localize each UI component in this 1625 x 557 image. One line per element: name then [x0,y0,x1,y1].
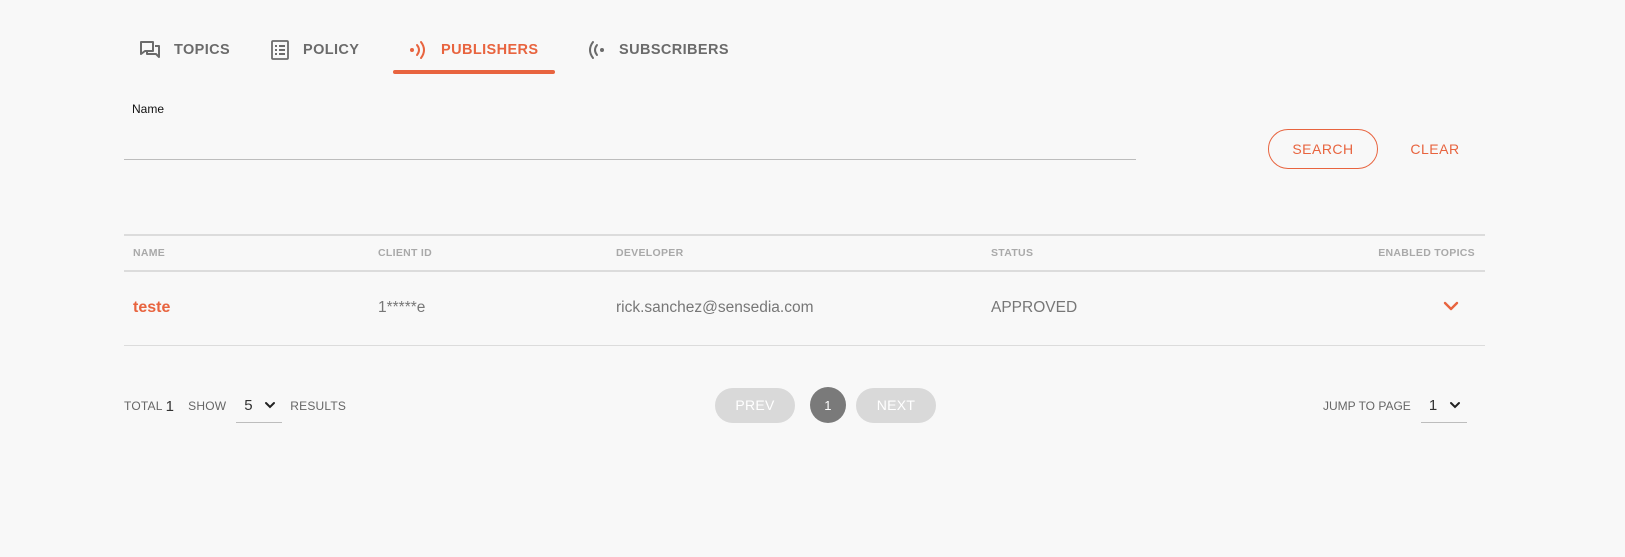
results-summary: TOTAL 1 SHOW 5 RESULTS [124,388,346,424]
pagination: PREV 1 NEXT [715,387,936,423]
publisher-name-link[interactable]: teste [133,272,170,344]
total-count: 1 [165,397,175,415]
clear-button[interactable]: CLEAR [1396,129,1474,169]
column-header-status: STATUS [991,247,1034,259]
developer-cell: rick.sanchez@sensedia.com [616,299,814,316]
show-label: SHOW [188,399,227,413]
table-header: NAME CLIENT ID DEVELOPER STATUS ENABLED … [124,234,1485,272]
column-header-name: NAME [133,247,166,259]
tab-publishers-label: PUBLISHERS [441,42,539,58]
tab-publishers[interactable]: PUBLISHERS [393,28,555,74]
jump-to-page-value: 1 [1428,397,1438,414]
search-button[interactable]: SEARCH [1268,129,1378,169]
page-number-button[interactable]: 1 [810,387,846,423]
tab-topics[interactable]: TOPICS [124,28,255,72]
tab-policy-label: POLICY [303,42,360,58]
signal-receive-icon [587,40,605,60]
name-search-input[interactable] [124,122,1136,160]
tab-bar: TOPICS POLICY PUBLISHERS SUBSCRIBERS [124,28,751,74]
tab-subscribers[interactable]: SUBSCRIBERS [571,28,751,72]
table-row: teste 1*****e rick.sanchez@sensedia.com … [124,272,1485,346]
results-label: RESULTS [290,399,347,413]
chevron-down-icon[interactable] [1443,299,1459,317]
jump-to-page-select[interactable]: 1 [1420,389,1467,423]
chevron-down-icon [265,402,276,409]
column-header-client-id: CLIENT ID [378,247,433,259]
next-page-button[interactable]: NEXT [856,387,936,423]
name-field-label: Name [132,102,165,116]
tab-topics-label: TOPICS [174,42,231,58]
column-header-enabled-topics: ENABLED TOPICS [1378,247,1475,259]
list-document-icon [271,40,289,60]
prev-page-button[interactable]: PREV [715,387,795,423]
page-size-value: 5 [244,397,253,414]
tab-policy[interactable]: POLICY [255,28,393,72]
jump-to-page-label: JUMP TO PAGE [1323,399,1411,413]
column-header-developer: DEVELOPER [616,247,684,259]
status-cell: APPROVED [991,299,1078,316]
publishers-table: NAME CLIENT ID DEVELOPER STATUS ENABLED … [124,234,1485,346]
total-label: TOTAL [124,399,163,413]
broadcast-icon [409,40,427,60]
forum-icon [140,41,160,59]
client-id-cell: 1*****e [378,299,426,316]
page-size-select[interactable]: 5 [236,389,283,423]
tab-subscribers-label: SUBSCRIBERS [619,42,729,58]
chevron-down-icon [1449,402,1460,409]
jump-to-page: JUMP TO PAGE 1 [1323,388,1467,424]
